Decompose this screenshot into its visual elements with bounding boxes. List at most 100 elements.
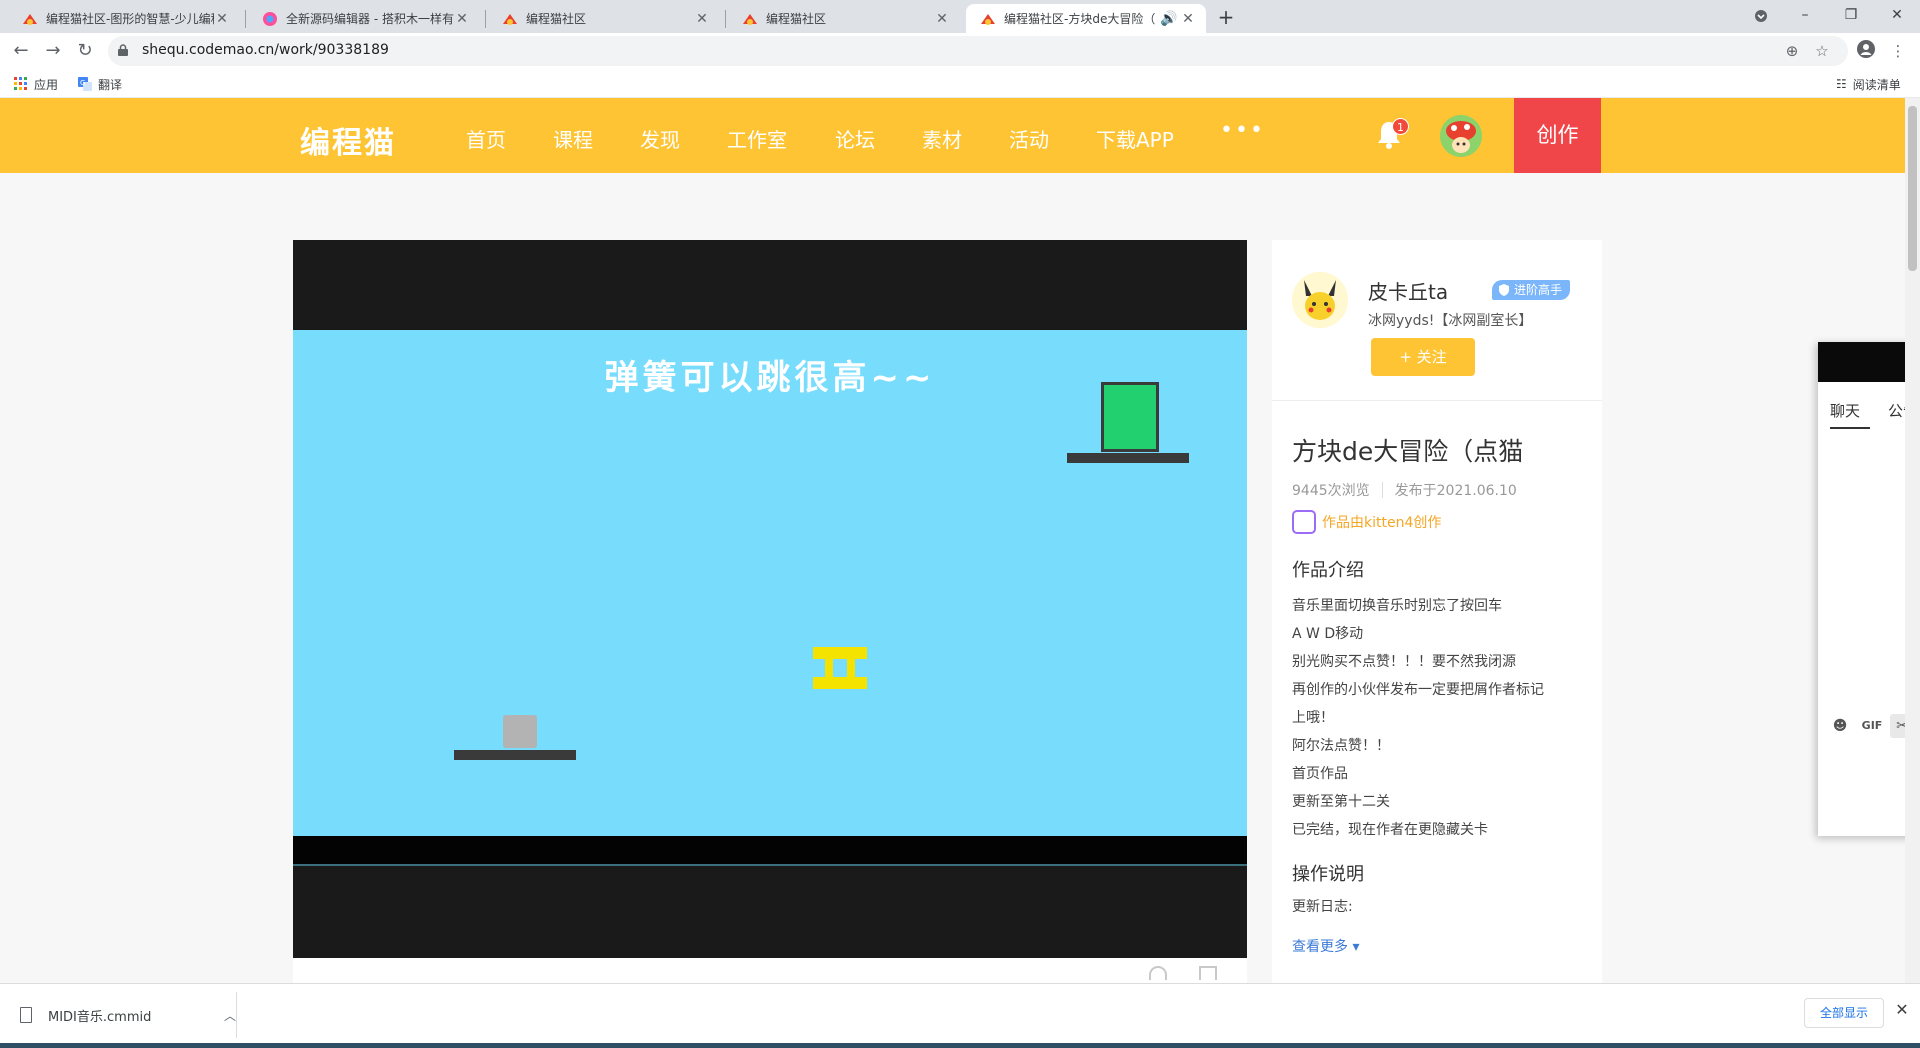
tab-separator xyxy=(725,10,726,28)
badge-label: 进阶高手 xyxy=(1514,283,1563,297)
lock-icon xyxy=(118,44,128,56)
bookmark-label: 翻译 xyxy=(98,77,123,92)
close-tab-icon[interactable]: ✕ xyxy=(934,11,950,27)
codemao-favicon xyxy=(743,13,757,25)
create-button[interactable]: 创作 xyxy=(1514,98,1601,173)
nav-studio[interactable]: 工作室 xyxy=(727,124,787,153)
divider xyxy=(236,992,237,1038)
publish-date: 发布于2021.06.10 xyxy=(1394,483,1517,499)
author-name[interactable]: 皮卡丘ta xyxy=(1368,276,1448,305)
close-downloads-icon[interactable]: ✕ xyxy=(1892,1000,1912,1024)
player-controls xyxy=(293,958,1247,983)
platform-bottom-left xyxy=(454,750,576,760)
window-close-icon[interactable]: ✕ xyxy=(1874,0,1920,33)
intro-line: A W D移动 xyxy=(1292,626,1364,642)
browser-tab-1[interactable]: 编程猫社区-图形的智慧-少儿编程 ✕ xyxy=(8,4,240,33)
ops-heading: 操作说明 xyxy=(1292,864,1364,885)
emoji-icon[interactable]: ☻ xyxy=(1828,714,1852,738)
notification-badge: 1 xyxy=(1392,118,1409,135)
game-player[interactable]: 弹簧可以跳很高~~ xyxy=(293,240,1247,958)
tab-title: 编程猫社区-图形的智慧-少儿编程 xyxy=(46,12,214,26)
page-scrollbar[interactable] xyxy=(1905,98,1920,983)
chat-tab-chat[interactable]: 聊天 xyxy=(1830,400,1860,421)
scroll-thumb[interactable] xyxy=(1908,106,1917,271)
url-text: shequ.codemao.cn/work/90338189 xyxy=(142,42,389,58)
work-meta: 9445次浏览 发布于2021.06.10 xyxy=(1292,480,1517,500)
codemao-favicon xyxy=(503,13,517,25)
view-count: 9445次浏览 xyxy=(1292,483,1370,499)
file-icon xyxy=(20,1007,32,1023)
minimize-icon[interactable]: – xyxy=(1782,0,1828,33)
zoom-icon[interactable]: ⊕ xyxy=(1780,40,1804,62)
tab-search-icon[interactable] xyxy=(1738,0,1784,33)
browser-tab-4[interactable]: 编程猫社区 ✕ xyxy=(728,4,960,33)
bookmark-star-icon[interactable]: ☆ xyxy=(1810,40,1834,62)
tab-separator xyxy=(485,10,486,28)
forward-arrow-icon[interactable]: → xyxy=(38,37,68,65)
close-tab-icon[interactable]: ✕ xyxy=(214,11,230,27)
audio-playing-icon[interactable]: 🔊 xyxy=(1160,11,1177,27)
intro-line: 别光购买不点赞！！！要不然我闭源 xyxy=(1292,654,1516,670)
browser-tab-3[interactable]: 编程猫社区 ✕ xyxy=(488,4,720,33)
player-grey-block xyxy=(503,715,537,748)
author-motto: 冰网yyds!【冰网副室长】 xyxy=(1368,313,1533,329)
kitten-app-icon xyxy=(1292,510,1316,534)
tab-separator xyxy=(245,10,246,28)
nav-download-app[interactable]: 下载APP xyxy=(1096,124,1174,153)
nav-forum[interactable]: 论坛 xyxy=(835,124,875,153)
made-by-kitten[interactable]: 作品由kitten4创作 xyxy=(1292,510,1441,534)
fullscreen-icon[interactable] xyxy=(1199,966,1217,980)
reading-list[interactable]: ☷ 阅读清单 xyxy=(1836,75,1901,93)
site-header: 编程猫 首页 课程 发现 工作室 论坛 素材 活动 下载APP ••• 1 创作 xyxy=(0,98,1905,173)
restore-icon[interactable]: ❐ xyxy=(1828,0,1874,33)
browser-tab-5-active[interactable]: 编程猫社区-方块de大冒险（ 🔊 ✕ xyxy=(966,4,1206,33)
close-tab-icon[interactable]: ✕ xyxy=(1180,11,1196,27)
profile-icon[interactable] xyxy=(1854,40,1878,62)
editor-favicon xyxy=(263,11,277,26)
close-tab-icon[interactable]: ✕ xyxy=(454,11,470,27)
gif-icon[interactable]: GIF xyxy=(1860,714,1884,738)
nav-materials[interactable]: 素材 xyxy=(922,124,962,153)
game-stage[interactable]: 弹簧可以跳很高~~ xyxy=(293,330,1247,836)
svg-text:G: G xyxy=(80,79,85,87)
meta-separator xyxy=(1381,482,1383,498)
nav-more-icon[interactable]: ••• xyxy=(1220,118,1265,143)
reload-icon[interactable]: ↻ xyxy=(70,37,100,65)
intro-line: 已完结，现在作者在更隐藏关卡 xyxy=(1292,822,1488,838)
close-tab-icon[interactable]: ✕ xyxy=(694,11,710,27)
platform-top-right xyxy=(1067,453,1189,463)
chevron-up-icon[interactable]: ︿ xyxy=(224,1007,236,1024)
new-tab-button[interactable]: + xyxy=(1213,5,1239,31)
nav-discover[interactable]: 发现 xyxy=(640,124,680,153)
show-all-downloads-button[interactable]: 全部显示 xyxy=(1804,998,1884,1028)
bookmark-apps[interactable]: 应用 xyxy=(14,75,58,93)
level-badge: 进阶高手 xyxy=(1492,280,1571,300)
back-arrow-icon[interactable]: ← xyxy=(6,37,36,65)
see-more-link[interactable]: 查看更多 ▾ xyxy=(1292,936,1359,956)
bookmark-label: 应用 xyxy=(34,77,59,92)
made-by-label: 作品由kitten4创作 xyxy=(1322,515,1442,531)
nav-activities[interactable]: 活动 xyxy=(1009,124,1049,153)
intro-heading: 作品介绍 xyxy=(1292,560,1364,581)
intro-line: 阿尔法点赞！！ xyxy=(1292,738,1390,754)
download-item[interactable]: MIDI音乐.cmmid ︿ xyxy=(20,1000,236,1030)
tab-title: 编程猫社区-方块de大冒险（ xyxy=(1004,12,1156,26)
restart-icon[interactable] xyxy=(1149,966,1167,980)
translate-icon: G xyxy=(78,77,92,91)
user-avatar[interactable] xyxy=(1440,115,1482,157)
intro-line: 上哦！ xyxy=(1292,710,1334,726)
menu-kebab-icon[interactable]: ⋮ xyxy=(1886,40,1910,62)
bookmarks-bar: 应用 G 翻译 ☷ 阅读清单 xyxy=(0,70,1920,98)
goal-green-block xyxy=(1101,382,1159,452)
apps-grid-icon xyxy=(14,77,27,90)
follow-button[interactable]: + 关注 xyxy=(1371,338,1475,376)
nav-home[interactable]: 首页 xyxy=(466,124,506,153)
address-bar[interactable]: shequ.codemao.cn/work/90338189 ⊕ ☆ xyxy=(108,36,1848,66)
browser-tab-2[interactable]: 全新源码编辑器 - 搭积木一样有趣 ✕ xyxy=(248,4,480,33)
codemao-logo[interactable]: 编程猫 xyxy=(300,118,396,162)
author-avatar[interactable] xyxy=(1292,272,1348,328)
work-title: 方块de大冒险（点猫 xyxy=(1292,437,1524,466)
bookmark-translate[interactable]: G 翻译 xyxy=(78,75,122,93)
nav-courses[interactable]: 课程 xyxy=(553,124,593,153)
download-bar: MIDI音乐.cmmid ︿ 全部显示 ✕ xyxy=(0,983,1920,1048)
